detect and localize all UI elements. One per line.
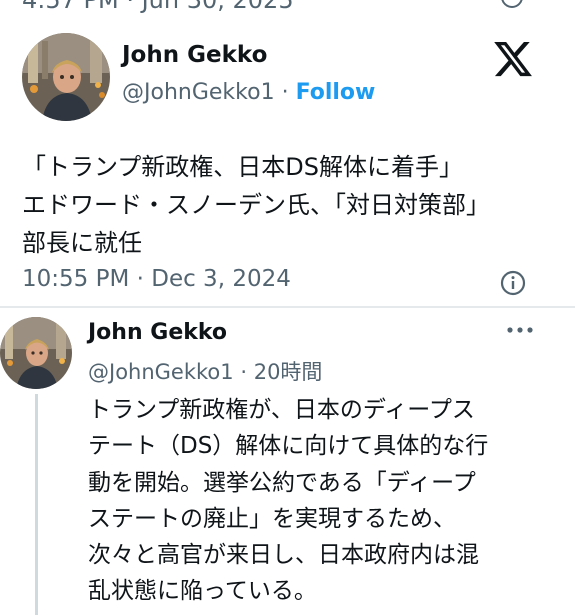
tweet-timestamp[interactable]: 10:55 PM · Dec 3, 2024 [22,266,291,292]
divider [0,306,575,308]
author-handle[interactable]: @JohnGekko1 [88,360,234,384]
avatar-image [22,33,110,121]
separator: · [240,360,248,384]
tweet-text-line: 部長に就任 [22,229,142,257]
tweet-text-line: 乱状態に陥っている。 [88,578,317,605]
x-logo-icon[interactable] [492,38,534,80]
thread-line [35,394,38,615]
avatar-image [0,317,72,389]
author-handle[interactable]: @JohnGekko1 [122,80,275,105]
author-name[interactable]: John Gekko [88,320,227,345]
tweet-text-line: 次々と高官が来日し、日本政府内は混 [88,542,479,569]
previous-timestamp: 4:57 PM · Jun 30, 2025 [22,0,294,14]
relative-time[interactable]: 20時間 [254,360,323,384]
tweet-text-line: ステートの廃止」を実現するため、 [88,505,456,532]
more-icon[interactable] [505,320,535,340]
tweet-text-line: エドワード・スノーデン氏、「対日対策部」 [22,191,490,219]
info-icon[interactable] [501,0,523,8]
tweet-text-line: 「トランプ新政権、日本DS解体に着手」 [22,153,463,181]
tweet-text-line: トランプ新政権が、日本のディープス [88,397,475,423]
handle-row: @JohnGekko1 · Follow [122,80,375,105]
follow-button[interactable]: Follow [296,80,376,105]
author-name[interactable]: John Gekko [122,42,267,68]
tweet-text: 「トランプ新政権、日本DS解体に着手」 エドワード・スノーデン氏、「対日対策部」… [22,148,552,262]
handle-row: @JohnGekko1 · 20時間 [88,356,322,386]
tweet-text-line: 動を開始。選挙公約である「ディープ [88,469,476,496]
separator: · [281,80,289,105]
avatar[interactable] [22,33,110,121]
info-icon[interactable] [500,270,526,296]
tweet-text: トランプ新政権が、日本のディープス テート（DS）解体に向けて具体的な行 動を開… [88,392,558,610]
avatar[interactable] [0,317,72,389]
tweet-text-line: テート（DS）解体に向けて具体的な行 [88,433,489,460]
